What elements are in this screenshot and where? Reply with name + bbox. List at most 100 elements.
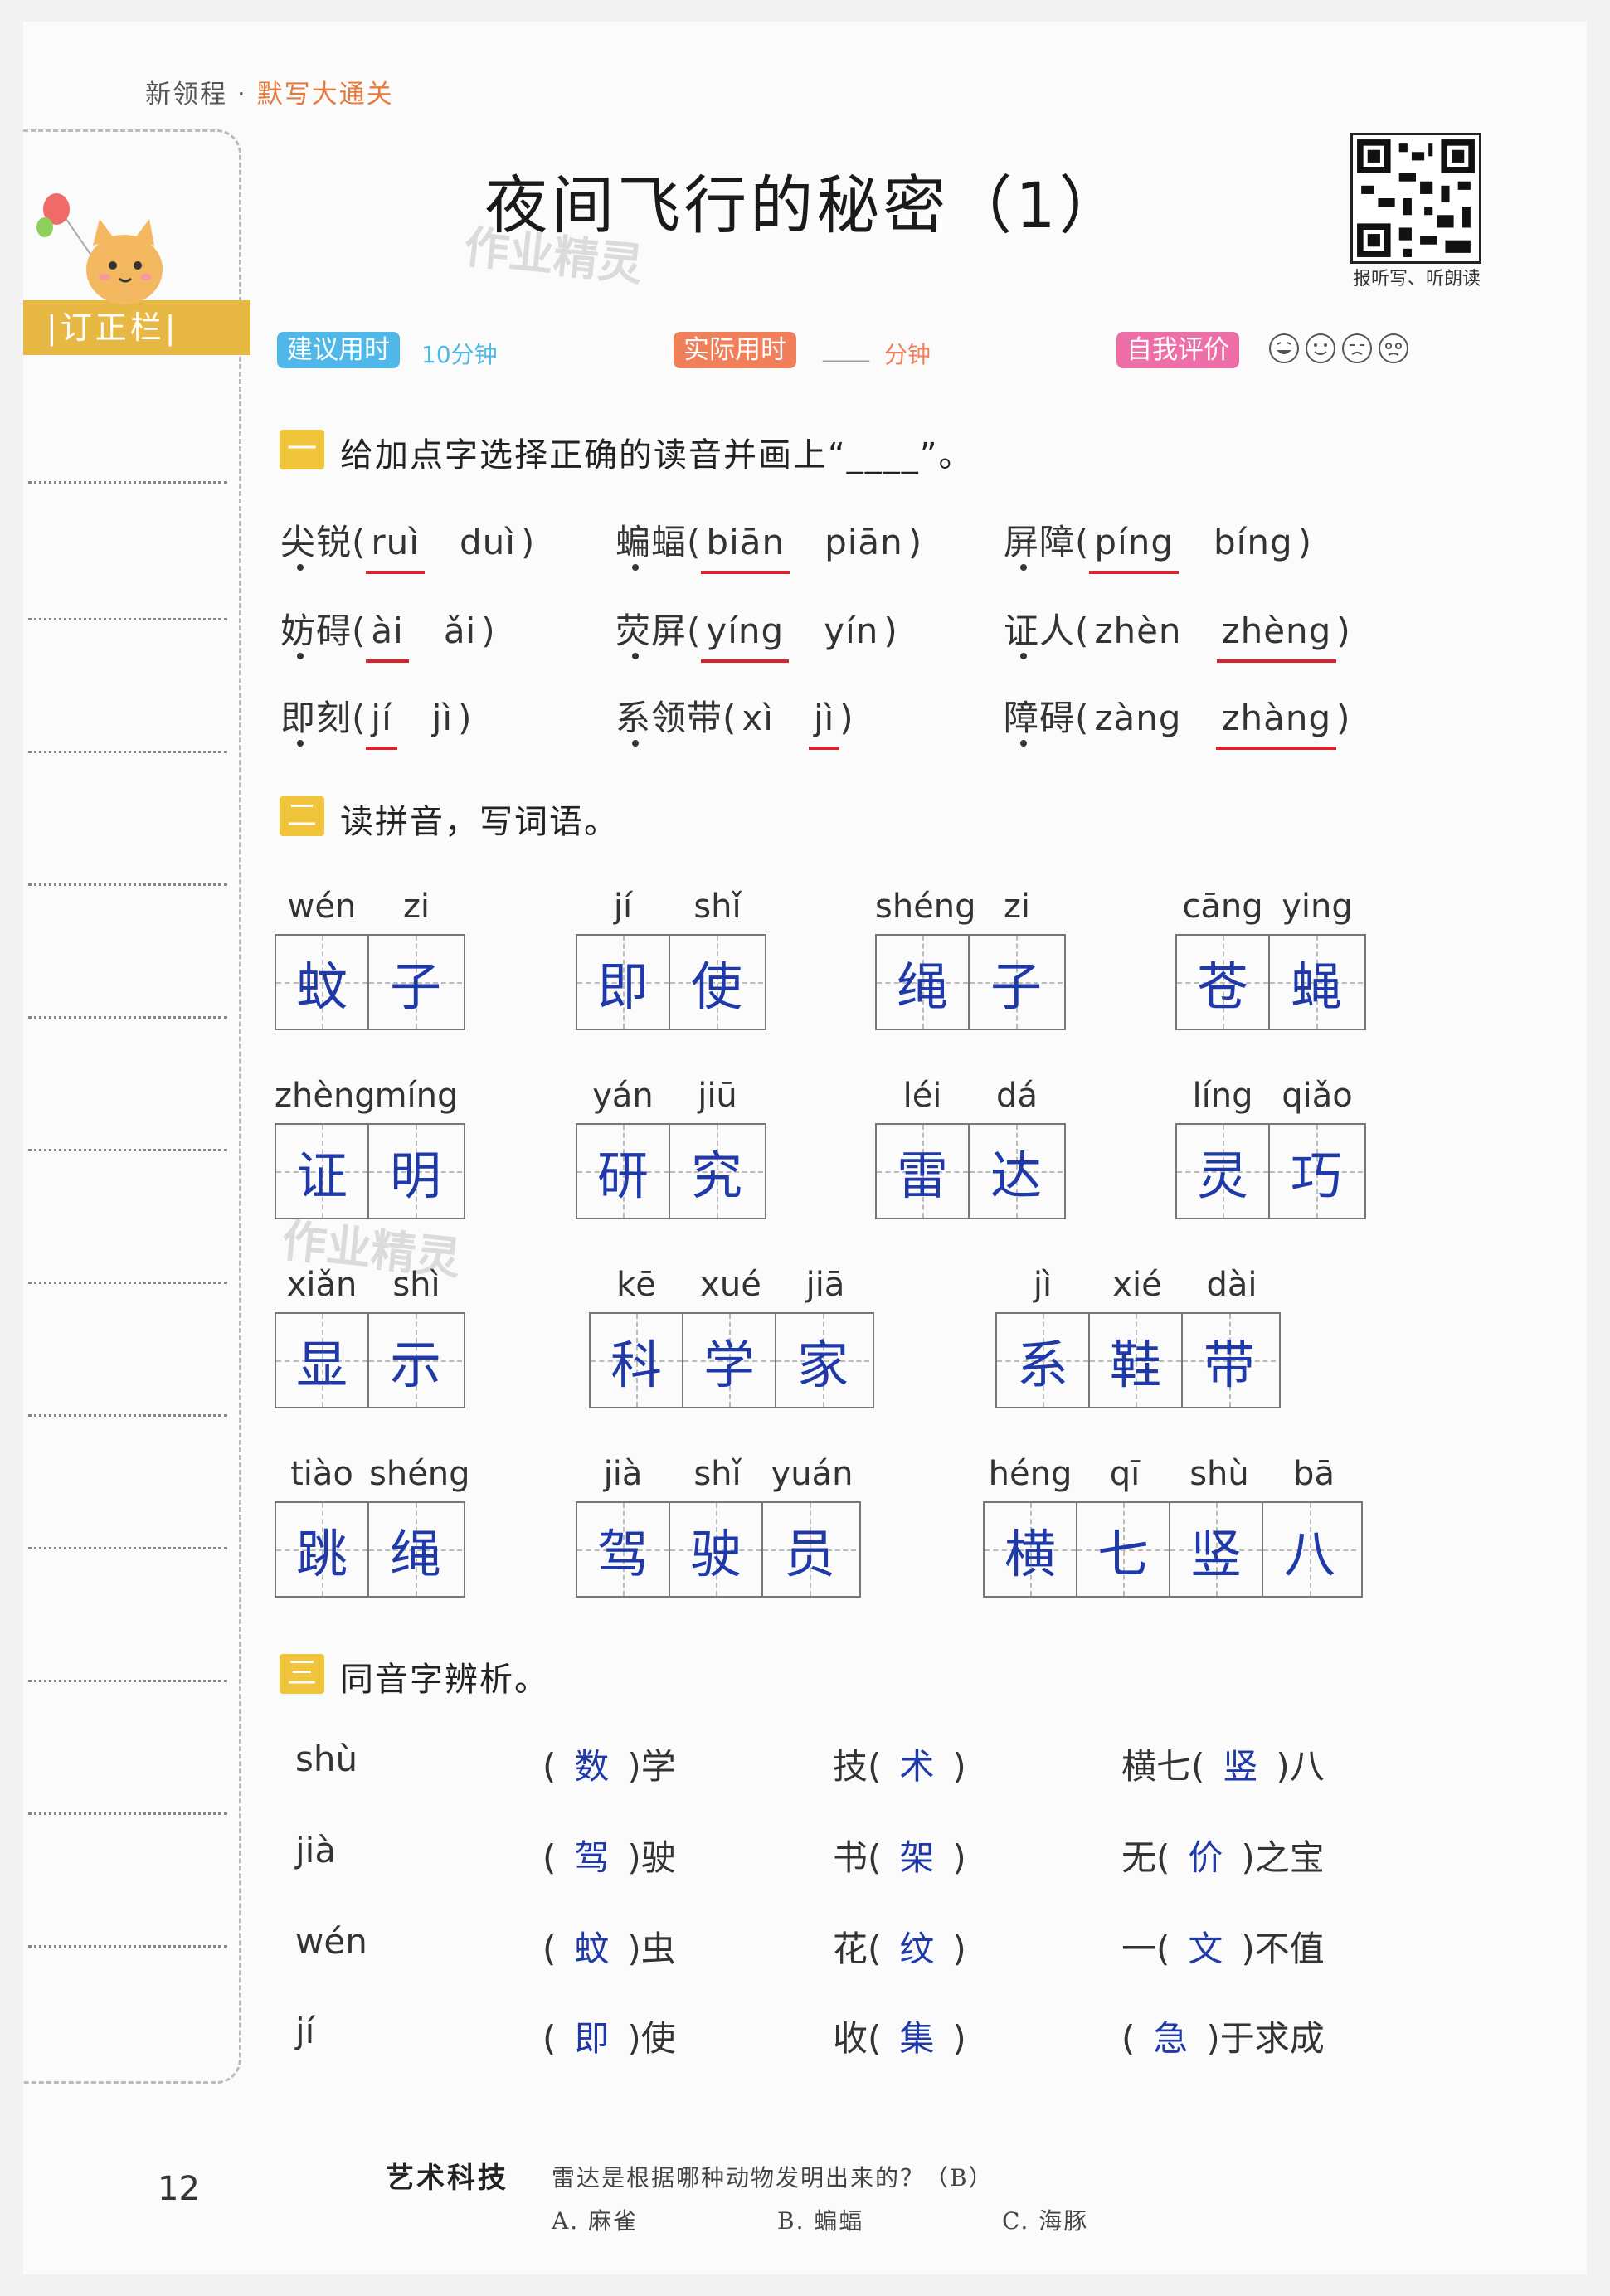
pinyin-choice-b[interactable]: duì xyxy=(455,522,521,562)
pinyin-label: yuán xyxy=(771,1455,854,1493)
writing-grid[interactable]: 苍蝇 xyxy=(1175,934,1366,1030)
writing-cell[interactable]: 蚊 xyxy=(276,936,369,1029)
writing-grid[interactable]: 跳绳 xyxy=(275,1501,465,1598)
blank-answer[interactable]: 架 xyxy=(881,1830,952,1880)
writing-cell[interactable]: 示 xyxy=(369,1314,462,1407)
writing-grid[interactable]: 即使 xyxy=(576,934,766,1030)
qr-code-icon[interactable] xyxy=(1350,133,1481,264)
writing-cell[interactable]: 子 xyxy=(970,936,1063,1029)
homophone-blank-item: 一(文)不值 xyxy=(1121,1921,1325,1972)
blank-answer[interactable]: 即 xyxy=(556,2011,627,2061)
writing-cell[interactable]: 雷 xyxy=(877,1125,970,1218)
pinyin-choice-b[interactable]: jì xyxy=(427,698,458,738)
writing-grid[interactable]: 横七竖八 xyxy=(983,1501,1363,1598)
pinyin-choice-a[interactable]: zhèn xyxy=(1089,610,1186,651)
blank-answer[interactable]: 蚊 xyxy=(556,1921,627,1972)
homophone-blank-item: 收(集) xyxy=(833,2011,966,2061)
writing-cell[interactable]: 绳 xyxy=(369,1503,462,1596)
paren-close: ) xyxy=(1336,610,1351,651)
blank-answer[interactable]: 驾 xyxy=(556,1830,627,1880)
writing-grid[interactable]: 绳子 xyxy=(875,934,1066,1030)
pinyin-choice-b[interactable]: ǎi xyxy=(439,610,481,651)
pinyin-choice-a[interactable]: yíng xyxy=(701,610,790,663)
pinyin-choice-b[interactable]: zhàng xyxy=(1216,698,1337,750)
writing-grid[interactable]: 雷达 xyxy=(875,1123,1066,1219)
writing-cell[interactable]: 八 xyxy=(1263,1503,1356,1596)
writing-cell[interactable]: 巧 xyxy=(1270,1125,1363,1218)
writing-cell[interactable]: 证 xyxy=(276,1125,369,1218)
writing-cell[interactable]: 使 xyxy=(670,936,763,1029)
writing-cell[interactable]: 究 xyxy=(670,1125,763,1218)
handwritten-answer: 究 xyxy=(690,1146,742,1206)
pinyin-choice-a[interactable]: biān xyxy=(701,522,790,574)
correction-sidebar xyxy=(23,129,241,2084)
writing-grid[interactable]: 科学家 xyxy=(589,1312,874,1408)
face-laugh-icon[interactable] xyxy=(1267,332,1301,365)
handwritten-answer: 证 xyxy=(295,1146,348,1206)
pinyin-choice-a[interactable]: zàng xyxy=(1089,698,1186,738)
writing-cell[interactable]: 灵 xyxy=(1177,1125,1270,1218)
handwritten-answer: 巧 xyxy=(1290,1146,1342,1206)
actual-time-badge: 实际用时 xyxy=(674,332,796,368)
writing-cell[interactable]: 跳 xyxy=(276,1503,369,1596)
face-smile-icon[interactable] xyxy=(1304,332,1337,365)
sidebar-rule-line xyxy=(28,481,227,484)
pinyin-choice-a[interactable]: jí xyxy=(366,698,397,750)
writing-cell[interactable]: 鞋 xyxy=(1090,1314,1183,1407)
writing-cell[interactable]: 绳 xyxy=(877,936,970,1029)
writing-grid[interactable]: 显示 xyxy=(275,1312,465,1408)
emphasis-dot xyxy=(1020,740,1027,747)
writing-cell[interactable]: 蝇 xyxy=(1270,936,1363,1029)
writing-cell[interactable]: 达 xyxy=(970,1125,1063,1218)
face-sad-icon[interactable] xyxy=(1340,332,1374,365)
writing-grid[interactable]: 系鞋带 xyxy=(995,1312,1281,1408)
writing-cell[interactable]: 即 xyxy=(577,936,670,1029)
blank-answer[interactable]: 纹 xyxy=(881,1921,952,1972)
blank-answer[interactable]: 竖 xyxy=(1204,1739,1276,1789)
face-upset-icon[interactable] xyxy=(1377,332,1410,365)
pinyin-choice-a[interactable]: píng xyxy=(1089,522,1180,574)
pinyin-choice-a[interactable]: ruì xyxy=(366,522,425,574)
writing-grid[interactable]: 驾驶员 xyxy=(576,1501,861,1598)
pinyin-choice-a[interactable]: xì xyxy=(737,698,779,738)
handwritten-answer: 蚊 xyxy=(295,956,348,1017)
writing-cell[interactable]: 苍 xyxy=(1177,936,1270,1029)
blank-answer[interactable]: 集 xyxy=(881,2011,952,2061)
writing-cell[interactable]: 系 xyxy=(997,1314,1090,1407)
pinyin-choice-b[interactable]: zhèng xyxy=(1216,610,1337,663)
blank-answer[interactable]: 文 xyxy=(1170,1921,1241,1972)
writing-cell[interactable]: 驾 xyxy=(577,1503,670,1596)
pinyin-choice-b[interactable]: bíng xyxy=(1209,522,1298,562)
writing-cell[interactable]: 研 xyxy=(577,1125,670,1218)
blank-answer[interactable]: 急 xyxy=(1135,2011,1206,2061)
writing-cell[interactable]: 员 xyxy=(763,1503,856,1596)
writing-cell[interactable]: 横 xyxy=(985,1503,1077,1596)
writing-cell[interactable]: 家 xyxy=(776,1314,869,1407)
handwritten-answer: 绳 xyxy=(896,956,948,1017)
pinyin-choice-a[interactable]: ài xyxy=(366,610,409,663)
writing-cell[interactable]: 科 xyxy=(591,1314,683,1407)
blank-answer[interactable]: 数 xyxy=(556,1739,627,1789)
pinyin-choice-b[interactable]: yín xyxy=(819,610,883,651)
writing-cell[interactable]: 明 xyxy=(369,1125,462,1218)
blank-answer[interactable]: 价 xyxy=(1170,1830,1241,1880)
blank-answer[interactable]: 术 xyxy=(881,1739,952,1789)
actual-time-blank[interactable]: ____ xyxy=(823,335,869,362)
writing-grid[interactable]: 灵巧 xyxy=(1175,1123,1366,1219)
pronunciation-item: 系领带(xì jì) xyxy=(615,690,854,750)
writing-cell[interactable]: 驶 xyxy=(670,1503,763,1596)
pinyin-label: bā xyxy=(1293,1455,1335,1493)
pinyin-choice-b[interactable]: piān xyxy=(820,522,908,562)
pronunciation-item: 即刻(jí jì) xyxy=(280,690,472,750)
writing-grid[interactable]: 研究 xyxy=(576,1123,766,1219)
writing-grid[interactable]: 蚊子 xyxy=(275,934,465,1030)
writing-cell[interactable]: 带 xyxy=(1183,1314,1276,1407)
writing-cell[interactable]: 竖 xyxy=(1170,1503,1263,1596)
homophone-blank-item: 技(术) xyxy=(833,1739,966,1789)
writing-cell[interactable]: 七 xyxy=(1077,1503,1170,1596)
pinyin-choice-b[interactable]: jì xyxy=(808,698,840,750)
writing-cell[interactable]: 学 xyxy=(683,1314,776,1407)
writing-grid[interactable]: 证明 xyxy=(275,1123,465,1219)
writing-cell[interactable]: 显 xyxy=(276,1314,369,1407)
writing-cell[interactable]: 子 xyxy=(369,936,462,1029)
